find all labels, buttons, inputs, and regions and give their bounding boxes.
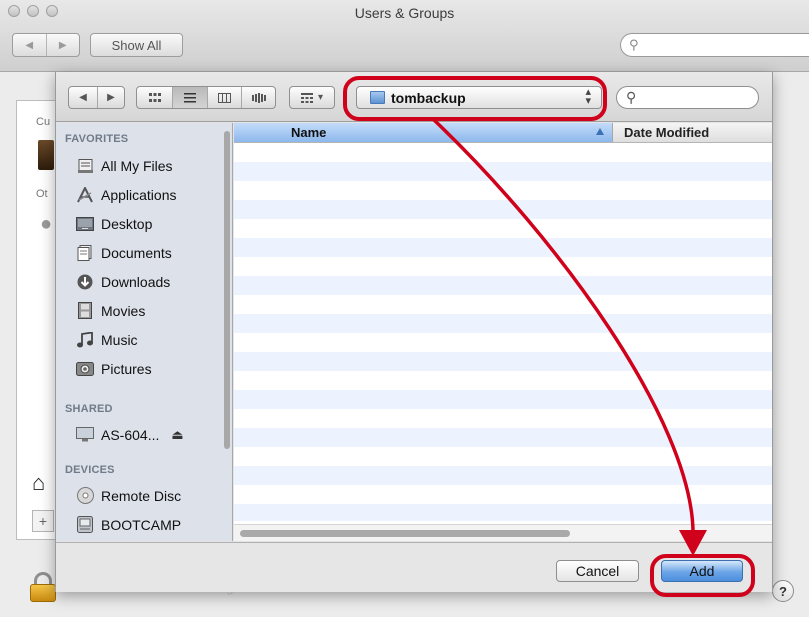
horizontal-scrollbar[interactable] bbox=[234, 524, 772, 541]
back-forward-control[interactable]: ◀ ▶ bbox=[12, 33, 80, 57]
guest-user-icon[interactable]: ● bbox=[40, 214, 54, 238]
add-button[interactable]: Add bbox=[661, 560, 743, 582]
search-icon: ⚲ bbox=[629, 37, 639, 52]
column-header-bar: Name Date Modified bbox=[234, 123, 772, 143]
sidebar-item-label: Applications bbox=[101, 186, 177, 203]
sidebar-item-label: Music bbox=[101, 331, 138, 348]
cover-flow-view-icon[interactable] bbox=[241, 87, 275, 108]
sidebar-item-pictures[interactable]: Pictures bbox=[56, 354, 222, 383]
sidebar-item-documents[interactable]: Documents bbox=[56, 238, 222, 267]
sidebar-item-all-my-files[interactable]: All My Files bbox=[56, 151, 222, 180]
applications-icon bbox=[76, 186, 94, 204]
other-users-label: Ot bbox=[36, 188, 48, 200]
empty-file-rows bbox=[234, 143, 772, 521]
sidebar-item-label: Pictures bbox=[101, 360, 152, 377]
open-folder-sheet: ◀ ▶ ▾ tombackup ▴ ▾ ⚲ FAVORITES All My F… bbox=[55, 72, 773, 592]
lock-icon[interactable] bbox=[30, 572, 56, 602]
icon-view-icon[interactable] bbox=[137, 87, 172, 108]
column-view-icon[interactable] bbox=[207, 87, 241, 108]
favorites-heading: FAVORITES bbox=[65, 133, 129, 145]
downloads-icon bbox=[76, 273, 94, 291]
network-server-icon bbox=[76, 426, 94, 444]
desktop-icon bbox=[76, 215, 94, 233]
arrange-icon bbox=[300, 92, 313, 103]
shared-heading: SHARED bbox=[65, 403, 113, 415]
back-arrow-icon[interactable]: ◀ bbox=[69, 87, 97, 108]
sidebar-item-shared-server[interactable]: AS-604... ⏏ bbox=[56, 420, 222, 449]
window-title: Users & Groups bbox=[354, 5, 455, 21]
chevron-down-icon: ▾ bbox=[317, 92, 324, 103]
movies-icon bbox=[76, 302, 94, 320]
cancel-button[interactable]: Cancel bbox=[556, 560, 639, 582]
sidebar-item-label: Documents bbox=[101, 244, 172, 261]
sheet-toolbar: ◀ ▶ ▾ tombackup ▴ ▾ ⚲ bbox=[56, 72, 772, 122]
current-user-label: Cu bbox=[36, 116, 51, 128]
sidebar-item-label: BOOTCAMP bbox=[101, 516, 182, 533]
sidebar-item-remote-disc[interactable]: Remote Disc bbox=[56, 481, 222, 510]
name-column-label: Name bbox=[291, 125, 327, 140]
help-button[interactable]: ? bbox=[772, 580, 794, 602]
list-view-icon[interactable] bbox=[172, 87, 207, 108]
eject-icon[interactable]: ⏏ bbox=[171, 427, 183, 443]
documents-icon bbox=[76, 244, 94, 262]
user-avatar[interactable] bbox=[38, 140, 54, 170]
sheet-search-field[interactable]: ⚲ bbox=[616, 86, 759, 109]
show-all-button[interactable]: Show All bbox=[90, 33, 183, 57]
pictures-icon bbox=[76, 360, 94, 378]
sidebar-item-label: Downloads bbox=[101, 273, 171, 290]
folder-icon bbox=[370, 91, 385, 104]
popup-arrows-icon: ▴ ▾ bbox=[585, 86, 591, 107]
forward-arrow-icon[interactable]: ▶ bbox=[45, 34, 80, 56]
drive-icon bbox=[76, 516, 94, 534]
remote-disc-icon bbox=[76, 487, 94, 505]
location-popup[interactable]: tombackup ▴ ▾ bbox=[356, 86, 602, 109]
file-list: Name Date Modified bbox=[234, 123, 772, 541]
sidebar-item-downloads[interactable]: Downloads bbox=[56, 267, 222, 296]
sidebar-item-label: Movies bbox=[101, 302, 146, 319]
sidebar-item-desktop[interactable]: Desktop bbox=[56, 209, 222, 238]
sidebar-item-label: AS-604... bbox=[101, 426, 160, 443]
sidebar-item-bootcamp[interactable]: BOOTCAMP bbox=[56, 510, 222, 539]
sidebar-scrollbar[interactable] bbox=[224, 131, 230, 449]
scrollbar-thumb[interactable] bbox=[240, 530, 570, 537]
name-column-header[interactable]: Name bbox=[234, 123, 613, 142]
devices-heading: DEVICES bbox=[65, 464, 115, 476]
back-arrow-icon[interactable]: ◀ bbox=[13, 34, 46, 56]
sidebar-item-label: Desktop bbox=[101, 215, 153, 232]
history-navigation[interactable]: ◀ ▶ bbox=[68, 86, 125, 109]
sidebar-item-label: Remote Disc bbox=[101, 487, 182, 504]
location-label: tombackup bbox=[391, 90, 466, 106]
search-icon: ⚲ bbox=[626, 89, 637, 105]
view-mode-control[interactable] bbox=[136, 86, 276, 109]
sidebar-item-label: All My Files bbox=[101, 157, 173, 174]
forward-arrow-icon[interactable]: ▶ bbox=[97, 87, 124, 108]
sheet-footer: Cancel Add bbox=[56, 542, 772, 592]
add-user-button[interactable]: + bbox=[32, 510, 54, 532]
date-modified-column-header[interactable]: Date Modified bbox=[624, 125, 709, 140]
finder-sidebar: FAVORITES All My Files Applications Desk… bbox=[56, 123, 233, 541]
arrange-menu-button[interactable]: ▾ bbox=[289, 86, 335, 109]
sidebar-item-movies[interactable]: Movies bbox=[56, 296, 222, 325]
all-files-icon bbox=[76, 157, 94, 175]
window-titlebar: Users & Groups ◀ ▶ Show All ⚲ bbox=[0, 0, 809, 72]
home-icon: ⌂ bbox=[32, 470, 46, 495]
music-icon bbox=[76, 331, 94, 349]
sort-ascending-icon bbox=[596, 128, 604, 135]
prefs-search-field[interactable]: ⚲ bbox=[620, 33, 809, 57]
sidebar-item-music[interactable]: Music bbox=[56, 325, 222, 354]
sidebar-item-applications[interactable]: Applications bbox=[56, 180, 222, 209]
